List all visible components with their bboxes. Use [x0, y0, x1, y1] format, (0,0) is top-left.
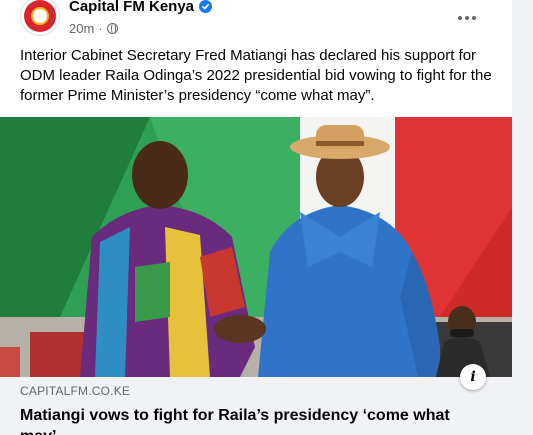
post-text: Interior Cabinet Secretary Fred Matiangi…	[20, 47, 492, 104]
post-meta: 20m ·	[69, 21, 118, 36]
meta-separator: ·	[98, 21, 103, 36]
verified-badge-icon	[199, 0, 213, 13]
page-name-link[interactable]: Capital FM Kenya	[69, 0, 194, 15]
globe-icon[interactable]	[106, 23, 118, 34]
info-button[interactable]: i	[460, 364, 486, 390]
link-domain: CAPITALFM.CO.KE	[20, 384, 131, 398]
link-title[interactable]: Matiangi vows to fight for Raila’s presi…	[20, 405, 490, 435]
post-timestamp[interactable]: 20m	[69, 21, 94, 36]
post-photo[interactable]	[0, 117, 512, 377]
photo-illustration	[0, 117, 512, 377]
more-options-button[interactable]	[449, 4, 485, 32]
more-options-icon	[458, 16, 462, 20]
page-avatar[interactable]	[20, 0, 60, 36]
post-card: Capital FM Kenya 20m · Interior Cabinet …	[0, 0, 512, 435]
post-header: Capital FM Kenya	[69, 0, 213, 15]
info-icon: i	[470, 369, 476, 385]
capital-fm-logo-icon	[24, 0, 56, 32]
feed-background	[512, 0, 533, 435]
